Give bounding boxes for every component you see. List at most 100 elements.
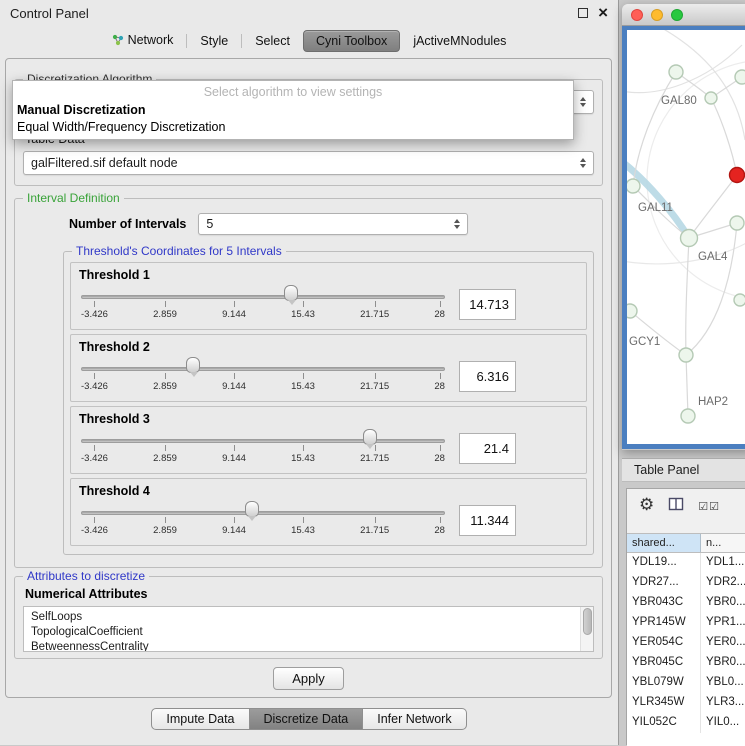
- table-row[interactable]: YLR345WYLR3...: [627, 693, 745, 713]
- node-label: GAL11: [638, 202, 673, 214]
- columns-icon[interactable]: [668, 496, 684, 517]
- group-title: Interval Definition: [23, 191, 124, 205]
- attributes-group: Attributes to discretize Numerical Attri…: [14, 576, 603, 659]
- screen: Control Panel × Network: [0, 0, 745, 745]
- table-toolbar: ⚙ ☑☑: [627, 489, 745, 533]
- list-item[interactable]: TopologicalCoefficient: [31, 625, 577, 640]
- table-row[interactable]: YBR043CYBR0...: [627, 593, 745, 613]
- table-panel-window: ⚙ ☑☑ shared... n... YDL19...YDL1... YDR2…: [626, 488, 745, 745]
- close-icon[interactable]: ×: [598, 8, 608, 18]
- slider-track[interactable]: [81, 511, 445, 515]
- top-tabstrip: Network Style Select Cyni Toolbox jActiv…: [0, 26, 618, 56]
- gear-icon[interactable]: ⚙: [639, 496, 654, 514]
- dropdown-option-equal-width[interactable]: Equal Width/Frequency Discretization: [13, 119, 573, 136]
- network-node[interactable]: [734, 294, 745, 306]
- threshold-panel-4: Threshold 4 -3.4262.8599.14415.4321.7152…: [70, 478, 587, 546]
- slider-track[interactable]: [81, 295, 445, 299]
- group-title: Threshold's Coordinates for 5 Intervals: [72, 244, 286, 258]
- threshold-3-slider[interactable]: -3.4262.8599.14415.4321.71528: [79, 427, 447, 469]
- table-row[interactable]: YDR27...YDR2...: [627, 573, 745, 593]
- combo-arrows-icon: [580, 158, 586, 168]
- network-canvas[interactable]: GAL80 GAL11 GAL4 GCY1 HAP2: [622, 26, 745, 449]
- slider-track[interactable]: [81, 367, 445, 371]
- node-label: GAL80: [661, 95, 697, 107]
- slider-thumb[interactable]: [284, 285, 298, 301]
- tab-separator: [241, 34, 242, 48]
- threshold-2-value-field[interactable]: 6.316: [459, 361, 516, 392]
- number-of-intervals-select[interactable]: 5: [198, 213, 468, 235]
- network-node[interactable]: [679, 348, 693, 362]
- table-panel-header[interactable]: Table Panel: [622, 458, 745, 482]
- network-tab-icon: [112, 34, 124, 49]
- dropdown-option-manual-discretization[interactable]: Manual Discretization: [13, 102, 573, 119]
- threshold-3-value-field[interactable]: 21.4: [459, 433, 516, 464]
- network-window-titlebar[interactable]: [622, 4, 745, 26]
- threshold-label: Threshold 2: [79, 340, 578, 354]
- table-row[interactable]: YDL19...YDL1...: [627, 553, 745, 573]
- tab-discretize-data[interactable]: Discretize Data: [250, 708, 364, 730]
- threshold-panel-3: Threshold 3 -3.4262.8599.14415.4321.7152…: [70, 406, 587, 474]
- bottom-tabstrip: Impute Data Discretize Data Infer Networ…: [0, 708, 618, 730]
- tab-style[interactable]: Style: [196, 31, 232, 51]
- table-row[interactable]: YBL079WYBL0...: [627, 673, 745, 693]
- node-label: GAL4: [698, 251, 728, 263]
- table-row[interactable]: YIL052CYIL0...: [627, 713, 745, 733]
- network-node[interactable]: [730, 216, 744, 230]
- threshold-panel-2: Threshold 2 -3.4262.8599.14415.4321.7152…: [70, 334, 587, 402]
- dropdown-placeholder: Select algorithm to view settings: [13, 83, 573, 102]
- network-node[interactable]: [681, 230, 698, 247]
- list-item[interactable]: SelfLoops: [31, 610, 577, 625]
- close-traffic-light-icon[interactable]: [631, 9, 643, 21]
- tab-separator: [186, 34, 187, 48]
- slider-thumb[interactable]: [245, 501, 259, 517]
- control-panel-titlebar: Control Panel ×: [0, 0, 618, 26]
- node-label: GCY1: [629, 336, 660, 348]
- list-item[interactable]: BetweennessCentrality: [31, 640, 577, 652]
- float-window-icon[interactable]: [578, 8, 588, 18]
- slider-scale: -3.4262.8599.14415.4321.71528: [81, 381, 445, 392]
- network-view-window: GAL80 GAL11 GAL4 GCY1 HAP2: [622, 4, 745, 450]
- network-node[interactable]: [627, 304, 637, 318]
- slider-thumb[interactable]: [363, 429, 377, 445]
- minimize-traffic-light-icon[interactable]: [651, 9, 663, 21]
- tab-select[interactable]: Select: [251, 31, 294, 51]
- threshold-1-value-field[interactable]: 14.713: [459, 289, 516, 320]
- tab-jactivemnodules[interactable]: jActiveMNodules: [409, 31, 510, 51]
- threshold-label: Threshold 3: [79, 412, 578, 426]
- number-of-intervals-label: Number of Intervals: [69, 217, 186, 231]
- slider-track[interactable]: [81, 439, 445, 443]
- column-header-shared-name[interactable]: shared...: [627, 534, 701, 552]
- attributes-list[interactable]: SelfLoops TopologicalCoefficient Between…: [23, 606, 594, 652]
- table-header-row: shared... n...: [627, 533, 745, 553]
- tab-infer-network[interactable]: Infer Network: [363, 708, 466, 730]
- threshold-4-value-field[interactable]: 11.344: [459, 505, 516, 536]
- tab-cyni-toolbox[interactable]: Cyni Toolbox: [303, 30, 400, 52]
- table-row[interactable]: YER054CYER0...: [627, 633, 745, 653]
- threshold-1-slider[interactable]: -3.4262.8599.14415.4321.71528: [79, 283, 447, 325]
- network-node[interactable]: [681, 409, 695, 423]
- zoom-traffic-light-icon[interactable]: [671, 9, 683, 21]
- combo-arrows-icon: [580, 97, 586, 107]
- threshold-4-slider[interactable]: -3.4262.8599.14415.4321.71528: [79, 499, 447, 541]
- threshold-panel-1: Threshold 1 -3.4262.8599.14415.4321.7152…: [70, 262, 587, 330]
- checkbox-filter-icon[interactable]: ☑☑: [698, 496, 720, 516]
- window-title: Control Panel: [10, 6, 578, 21]
- slider-scale: -3.4262.8599.14415.4321.71528: [81, 453, 445, 464]
- network-node[interactable]: [735, 70, 745, 84]
- network-node[interactable]: [669, 65, 683, 79]
- table-row[interactable]: YBR045CYBR0...: [627, 653, 745, 673]
- scrollbar-thumb[interactable]: [583, 608, 592, 635]
- network-node[interactable]: [705, 92, 717, 104]
- column-header-name[interactable]: n...: [701, 534, 745, 552]
- tab-network[interactable]: Network: [108, 30, 178, 52]
- slider-scale: -3.4262.8599.14415.4321.71528: [81, 309, 445, 320]
- threshold-2-slider[interactable]: -3.4262.8599.14415.4321.71528: [79, 355, 447, 397]
- network-node[interactable]: [627, 179, 640, 193]
- slider-thumb[interactable]: [186, 357, 200, 373]
- table-row[interactable]: YPR145WYPR1...: [627, 613, 745, 633]
- tab-impute-data[interactable]: Impute Data: [151, 708, 249, 730]
- table-data-select[interactable]: galFiltered.sif default node: [23, 151, 594, 175]
- network-node-selected[interactable]: [730, 168, 745, 183]
- list-scrollbar[interactable]: [580, 607, 593, 651]
- apply-button[interactable]: Apply: [273, 667, 344, 690]
